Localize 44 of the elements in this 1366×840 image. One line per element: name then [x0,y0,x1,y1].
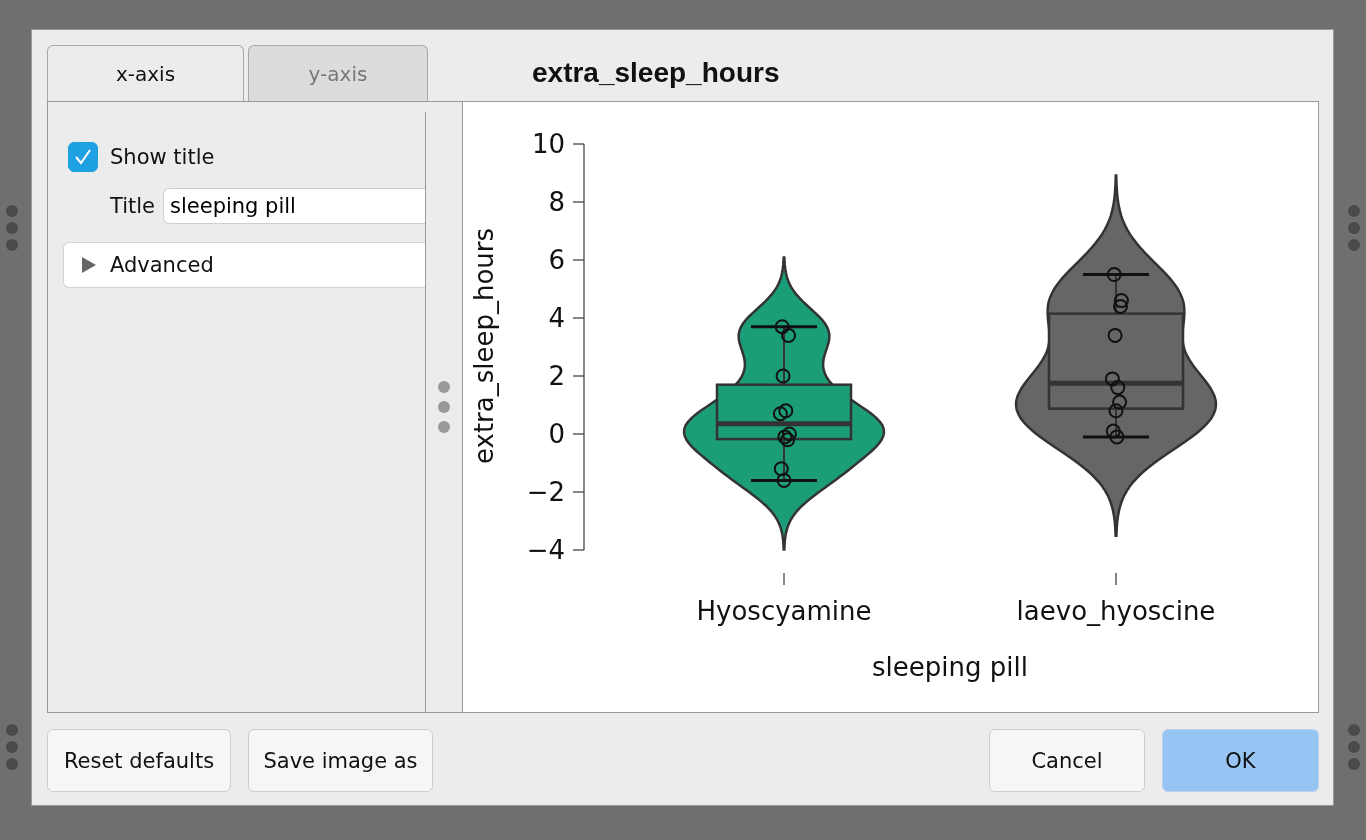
data-point [781,426,797,442]
data-point [772,406,788,422]
y-tick-label: −4 [526,535,565,565]
y-tick-label: 0 [548,419,565,449]
checkmark-icon [73,147,93,167]
data-point [1110,380,1126,396]
data-point [773,461,789,477]
data-point [778,403,794,419]
x-tick [783,572,785,586]
field-label: Title [110,194,155,218]
y-tick-label: 10 [531,129,565,159]
x-axis-title: sleeping pill [872,652,1028,682]
x-tick [1115,572,1117,586]
dialog-button[interactable]: OK [1162,729,1319,792]
y-tick-label: 2 [548,361,565,391]
x-tick-label: Hyoscyamine [696,596,872,626]
y-tick-label: 8 [548,187,565,217]
data-point [1108,403,1124,419]
data-point [1104,371,1120,387]
drag-handle-icon[interactable] [1348,205,1360,251]
data-point [1113,298,1128,314]
data-point [1112,394,1128,410]
checkbox-label: Show title [110,145,215,169]
tab[interactable]: x-axis [47,45,244,101]
y-tick-label: −2 [526,477,565,507]
drag-handle-icon[interactable] [6,205,18,251]
drag-handle-icon[interactable] [6,724,18,770]
data-point [1107,327,1123,343]
data-point [775,368,791,384]
drag-handle-icon[interactable] [1348,724,1360,770]
triangle-icon [82,257,96,273]
y-tick-label: 4 [548,303,565,333]
dialog-button[interactable]: Save image as [248,729,433,792]
x-tick-label: laevo_hyoscine [1016,596,1216,626]
advanced-expander[interactable]: Advanced [63,242,426,288]
y-tick-label: 6 [548,245,565,275]
splitter-handle-icon[interactable] [438,381,451,433]
title-input[interactable]: sleeping pill [163,188,426,224]
dialog-button[interactable]: Reset defaults [47,729,231,792]
dialog-button[interactable]: Cancel [989,729,1145,792]
checkbox[interactable] [68,142,98,172]
dialog-title: extra_sleep_hours [532,57,780,89]
y-axis-title: extra_sleep_hours [469,227,499,465]
data-point [1113,293,1129,309]
